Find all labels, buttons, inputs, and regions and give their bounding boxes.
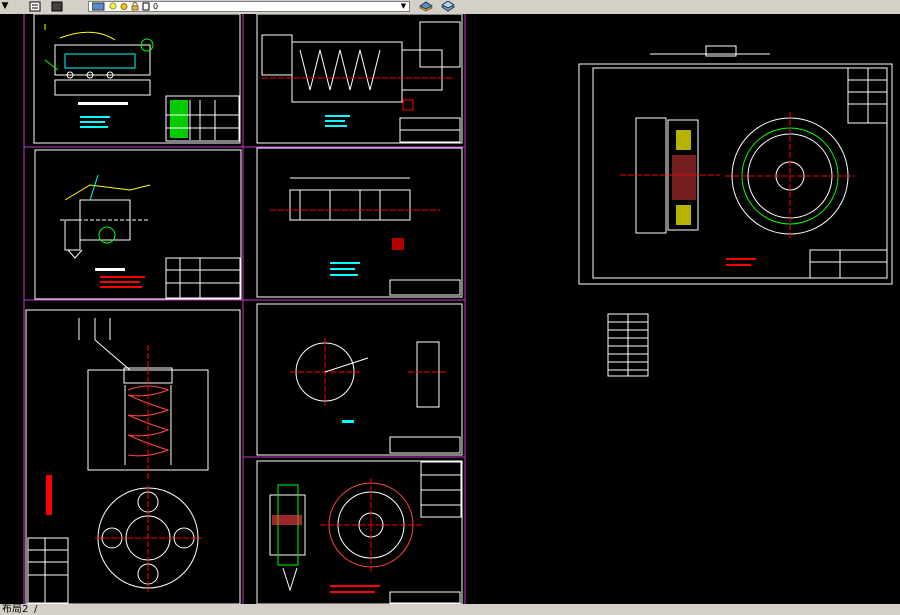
color-swatch-icon [142, 2, 150, 11]
layer-toolbar: ▼ 0 ▼ [0, 0, 900, 15]
lock-icon [131, 2, 139, 11]
sheet-disc [290, 338, 461, 454]
sun-icon [120, 3, 128, 10]
layer-tools-icon[interactable] [440, 0, 456, 12]
sheet-stepped-shaft [270, 177, 461, 296]
layer-state-icon[interactable] [50, 0, 64, 12]
chevron-down-icon[interactable]: ▼ [399, 2, 408, 11]
sheet-linkage [60, 174, 241, 299]
sheet-wheel [620, 45, 888, 279]
layout-tab-current[interactable]: 布局2 [2, 604, 28, 615]
tab-separator: / [34, 604, 38, 615]
parameter-table [607, 313, 649, 377]
layer-manager-icon[interactable] [28, 0, 42, 12]
cad-drawing [23, 13, 893, 605]
sheet-mechanism-top [44, 24, 240, 142]
lightbulb-icon [109, 2, 117, 10]
sheet-spring [27, 318, 209, 604]
layout-tab-bar: 布局2 / [0, 604, 900, 615]
layer-previous-icon[interactable] [418, 0, 434, 12]
sheet-borders [25, 13, 893, 605]
dropdown-arrow-glyph: ▼ [1, 1, 9, 11]
layer-name: 0 [153, 2, 159, 11]
layer-dropdown[interactable]: 0 ▼ [88, 1, 410, 12]
sheet-worm-shaft [261, 21, 461, 143]
dropdown-arrow-icon[interactable]: ▼ [0, 0, 10, 12]
drawing-canvas[interactable] [0, 13, 900, 605]
layer-icon [92, 2, 105, 11]
sheet-worm-gear [269, 461, 462, 604]
